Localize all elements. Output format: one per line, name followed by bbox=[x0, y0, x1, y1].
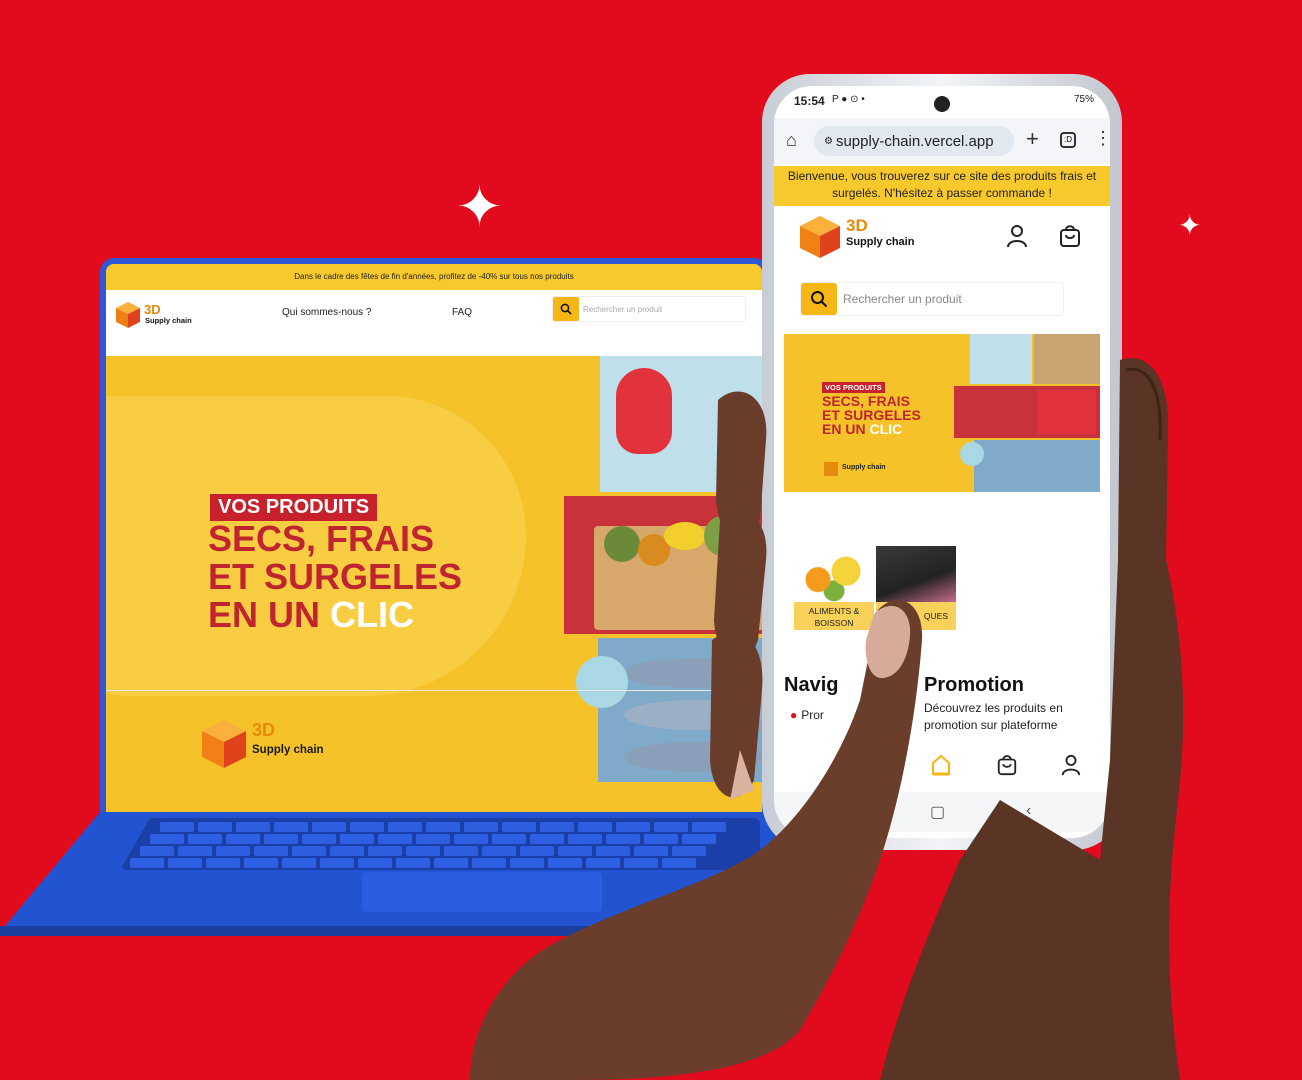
hand-holding-phone bbox=[470, 358, 1184, 1080]
